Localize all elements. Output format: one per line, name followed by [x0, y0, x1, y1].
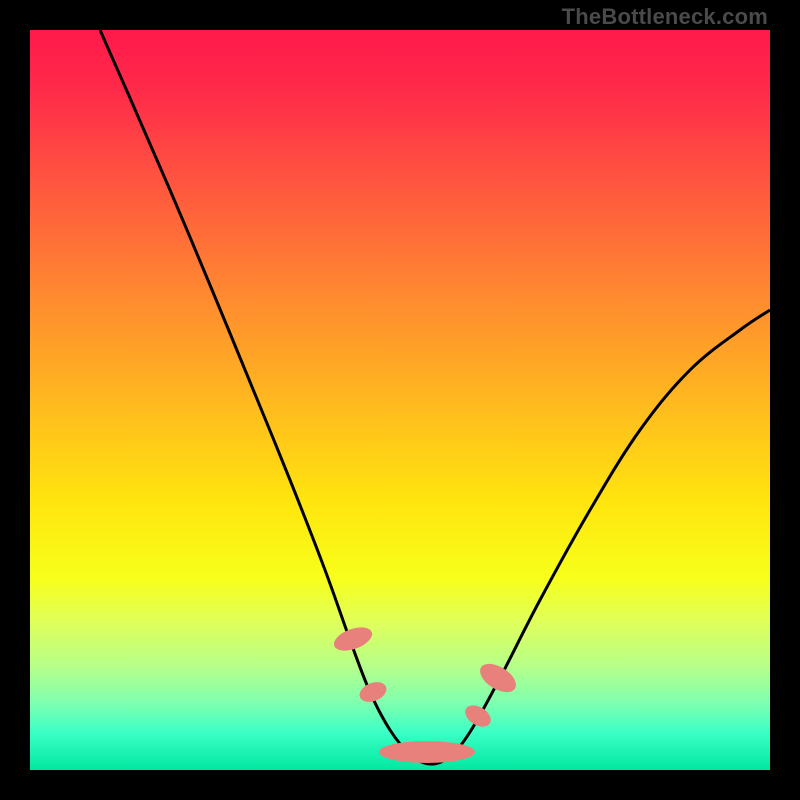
marker-bottom [379, 741, 475, 763]
plot-area [30, 30, 770, 770]
bottleneck-curve [100, 30, 770, 764]
chart-svg [30, 30, 770, 770]
chart-frame: TheBottleneck.com [0, 0, 800, 800]
marker-right-lower [461, 701, 494, 731]
attribution-text: TheBottleneck.com [562, 4, 768, 30]
marker-right-upper [475, 658, 521, 698]
